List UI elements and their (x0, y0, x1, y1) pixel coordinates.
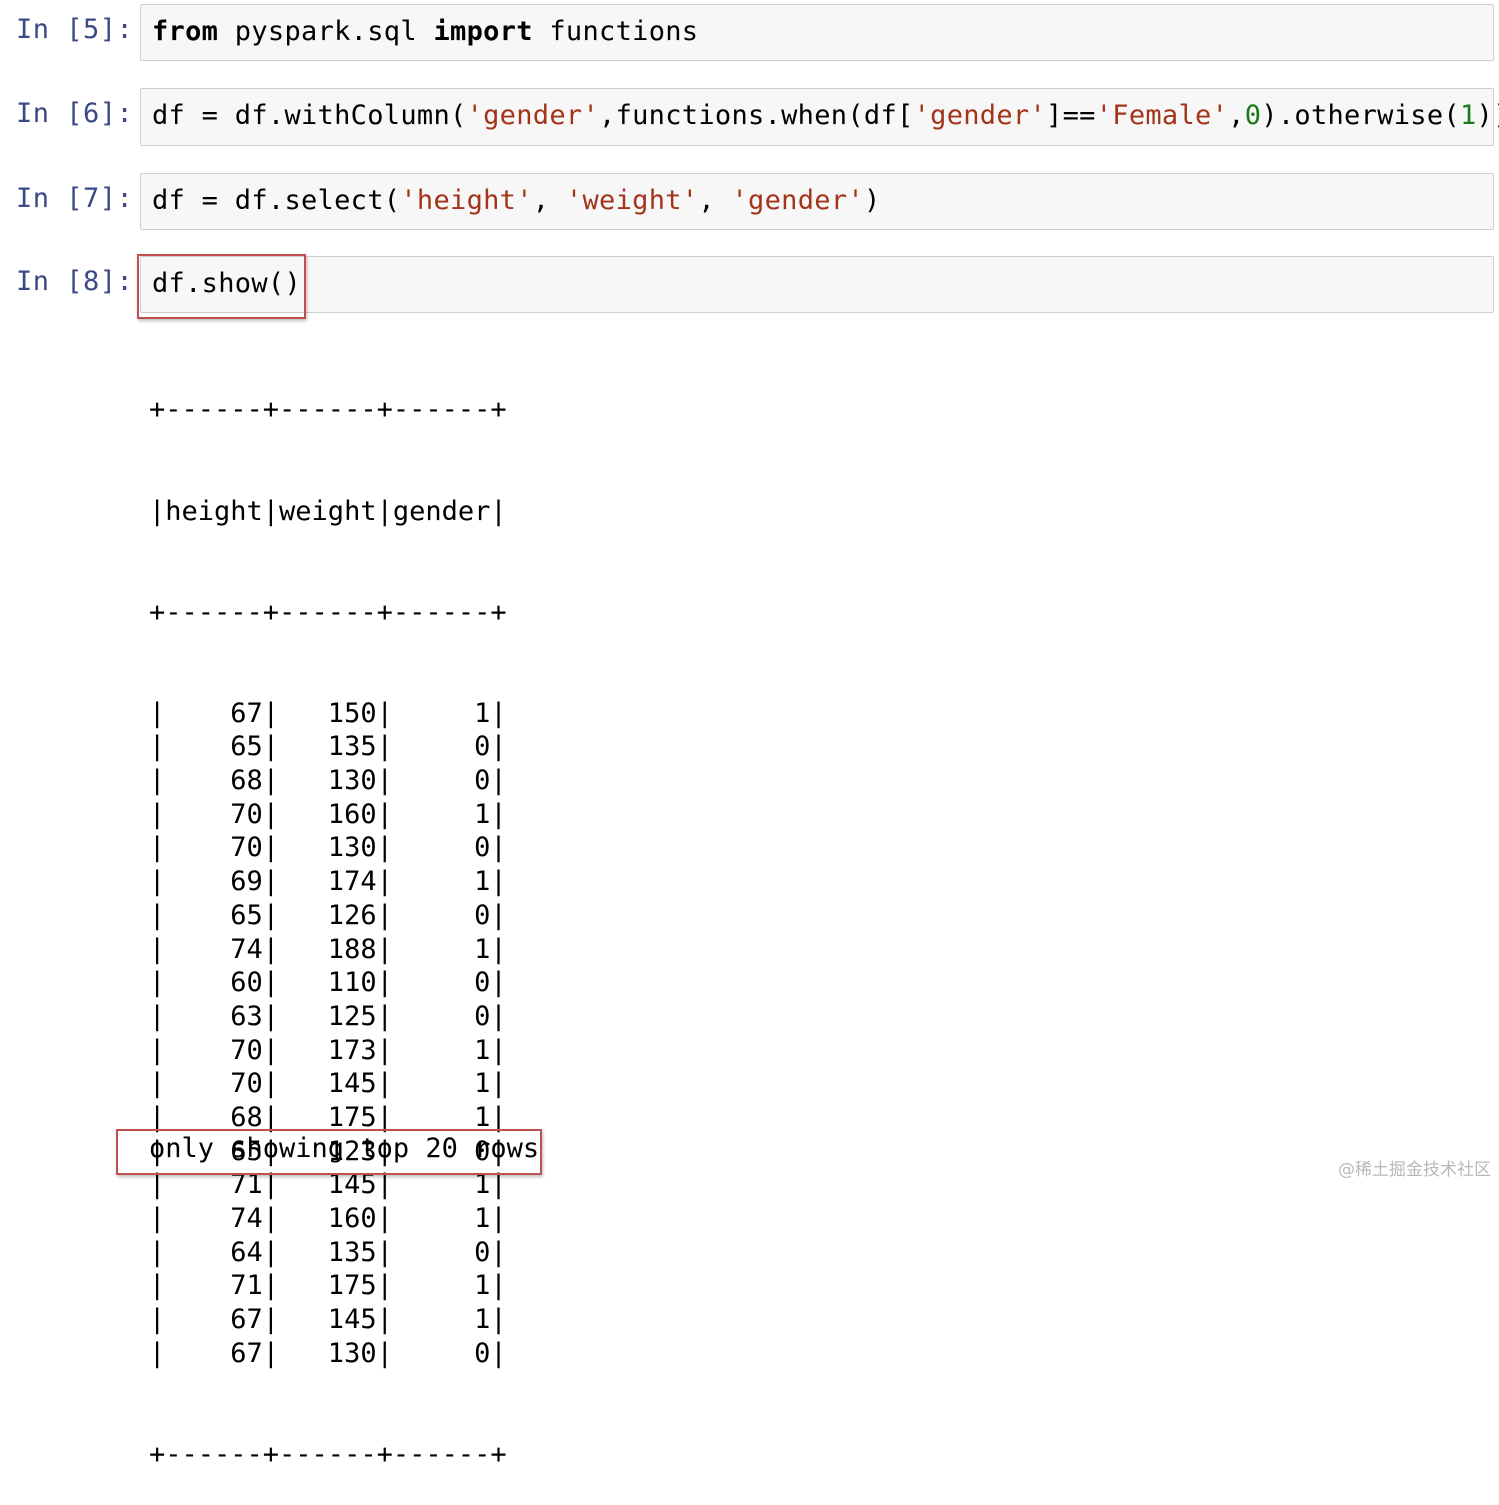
code-input-area[interactable]: df = df.select('height', 'weight', 'gend… (140, 173, 1494, 230)
table-row: | 70| 173| 1| (149, 1034, 507, 1066)
code-input-area[interactable]: df = df.withColumn('gender',functions.wh… (140, 88, 1499, 146)
cell-prompt: In [5]: (16, 14, 134, 45)
code-text: , (698, 185, 732, 216)
table-row: | 70| 130| 0| (149, 832, 507, 864)
table-row: | 67| 145| 1| (149, 1304, 507, 1336)
code-string: 'Female' (1095, 100, 1229, 131)
code-keyword: import (433, 16, 533, 47)
table-row: | 68| 130| 0| (149, 765, 507, 797)
table-row: | 70| 145| 1| (149, 1068, 507, 1100)
code-input-area[interactable]: from pyspark.sql import functions (140, 4, 1494, 61)
code-line: df = df.withColumn('gender',functions.wh… (152, 100, 1499, 131)
code-text: ).otherwise( (1261, 100, 1460, 131)
table-row: | 69| 174| 1| (149, 866, 507, 898)
cell-prompt: In [7]: (16, 183, 134, 214)
code-input-area[interactable]: df.show() (140, 256, 1494, 313)
code-text: df = df.withColumn( (152, 100, 467, 131)
table-row: | 63| 125| 0| (149, 1000, 507, 1032)
code-text: ) (863, 185, 881, 216)
code-line: from pyspark.sql import functions (152, 16, 698, 47)
table-row: | 64| 135| 0| (149, 1236, 507, 1268)
table-row: | 65| 135| 0| (149, 731, 507, 763)
code-cell-5: In [5]: from pyspark.sql import function… (0, 0, 1499, 70)
code-text: ]== (1046, 100, 1096, 131)
cell-output: +------+------+------+ |height|weight|ge… (149, 326, 507, 1505)
code-text: pyspark.sql (218, 16, 434, 47)
code-text: , (532, 185, 566, 216)
code-keyword: from (152, 16, 219, 47)
annotation-highlight-box (116, 1129, 542, 1175)
code-cell-6: In [6]: df = df.withColumn('gender',func… (0, 84, 1499, 154)
code-line: df = df.select('height', 'weight', 'gend… (152, 185, 881, 216)
table-border-top: +------+------+------+ (149, 394, 507, 426)
table-row: | 71| 175| 1| (149, 1270, 507, 1302)
table-row: | 67| 150| 1| (149, 697, 507, 729)
table-rows: | 67| 150| 1| | 65| 135| 0| | 68| 130| 0| |… (149, 697, 507, 1371)
code-number: 0 (1244, 100, 1262, 131)
watermark: @稀土掘金技术社区 (1338, 1160, 1491, 1180)
code-cell-7: In [7]: df = df.select('height', 'weight… (0, 169, 1499, 239)
code-string: 'height' (400, 185, 533, 216)
cell-prompt: In [8]: (16, 266, 134, 297)
code-string: 'gender' (466, 100, 600, 131)
code-text: , (1228, 100, 1245, 131)
table-row: | 70| 160| 1| (149, 798, 507, 830)
annotation-highlight-box (137, 254, 306, 319)
code-string: 'gender' (731, 185, 864, 216)
code-string: 'gender' (913, 100, 1047, 131)
table-row: | 74| 188| 1| (149, 933, 507, 965)
code-text: functions (532, 16, 699, 47)
code-text: df = df.select( (152, 185, 401, 216)
code-number: 1 (1459, 100, 1477, 131)
code-text: ,functions.when(df[ (599, 100, 914, 131)
table-row: | 74| 160| 1| (149, 1203, 507, 1234)
table-border-mid: +------+------+------+ (149, 596, 507, 628)
table-header: |height|weight|gender| (149, 495, 507, 527)
table-row: | 60| 110| 0| (149, 967, 507, 999)
code-cell-8: In [8]: df.show() (0, 252, 1499, 322)
cell-prompt: In [6]: (16, 98, 134, 129)
code-text: )) (1476, 100, 1499, 131)
table-border-bottom: +------+------+------+ (149, 1438, 507, 1470)
table-row: | 65| 126| 0| (149, 899, 507, 931)
code-string: 'weight' (565, 185, 699, 216)
table-row: | 67| 130| 0| (149, 1337, 507, 1369)
